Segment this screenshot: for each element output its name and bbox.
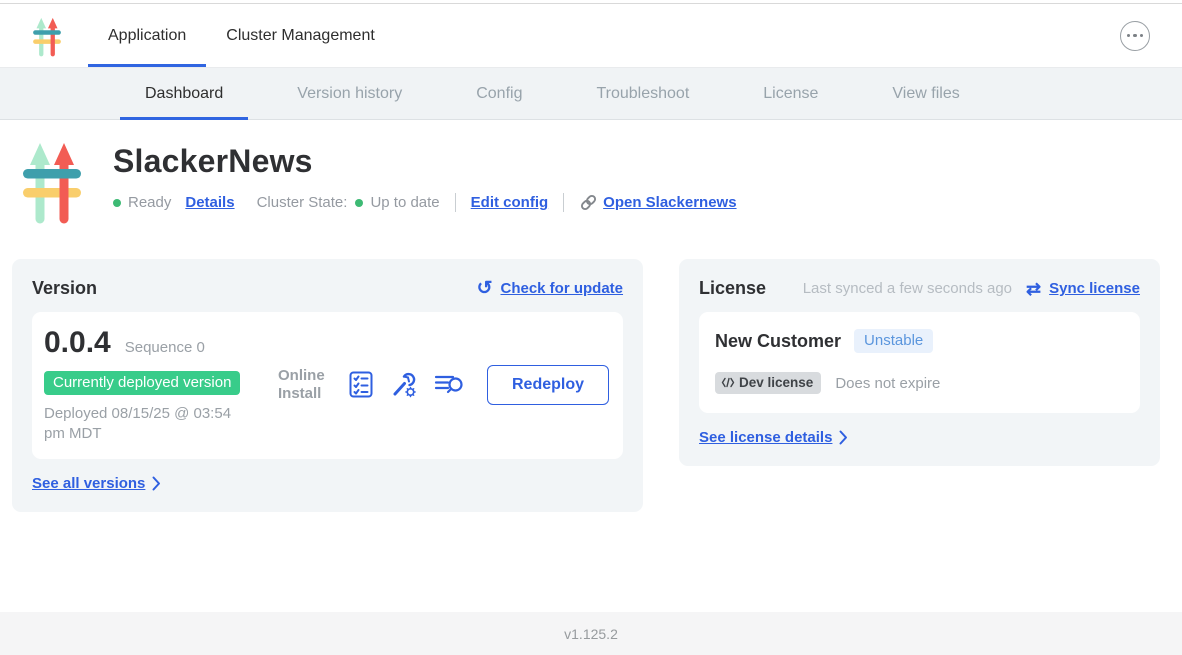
refresh-icon: ↺ [477, 279, 493, 298]
current-version-panel: 0.0.4 Sequence 0 Currently deployed vers… [32, 312, 623, 459]
tab-cluster-management[interactable]: Cluster Management [206, 4, 395, 67]
divider [455, 193, 456, 212]
page-title: SlackerNews [113, 143, 737, 180]
top-nav-tabs: Application Cluster Management [88, 4, 395, 67]
app-info: SlackerNews Ready Details Cluster State:… [113, 135, 737, 227]
channel-badge: Unstable [854, 329, 933, 353]
tab-version-history-label: Version history [297, 85, 402, 103]
tab-view-files[interactable]: View files [855, 68, 996, 119]
version-card-header: Version ↺ Check for update [32, 278, 623, 299]
license-card-title: License [699, 278, 766, 299]
more-menu-icon[interactable] [1120, 21, 1150, 51]
main-content: SlackerNews Ready Details Cluster State:… [0, 121, 1182, 612]
tab-troubleshoot[interactable]: Troubleshoot [559, 68, 726, 119]
open-app-link[interactable]: Open Slackernews [579, 193, 736, 212]
app-status-text: Ready [128, 194, 171, 211]
console-version: v1.125.2 [564, 626, 618, 642]
dashboard-cards: Version ↺ Check for update 0.0.4 Sequenc… [12, 259, 1160, 512]
version-card-title: Version [32, 278, 97, 299]
license-panel: New Customer Unstable Dev license [699, 312, 1140, 413]
app-status-dot [113, 199, 121, 207]
app-status-row: Ready Details Cluster State: Up to date … [113, 193, 737, 212]
tab-config[interactable]: Config [439, 68, 559, 119]
footer: v1.125.2 [0, 612, 1182, 655]
redeploy-button[interactable]: Redeploy [487, 365, 609, 405]
app-logo-icon [18, 135, 86, 227]
config-wrench-icon[interactable] [390, 371, 417, 398]
cluster-state-label: Cluster State: [257, 194, 348, 211]
install-type-label: Online Install [278, 367, 332, 403]
license-type-tag: Dev license [715, 372, 821, 394]
cluster-state-text: Up to date [370, 194, 439, 211]
details-link[interactable]: Details [185, 194, 234, 211]
tab-troubleshoot-label: Troubleshoot [596, 85, 689, 103]
tab-application-label: Application [108, 27, 186, 45]
tab-version-history[interactable]: Version history [260, 68, 439, 119]
tab-dashboard-label: Dashboard [145, 85, 223, 103]
license-card: License Last synced a few seconds ago ⇄ … [679, 259, 1160, 466]
page: Application Cluster Management Dashboard… [0, 0, 1182, 655]
version-sequence: Sequence 0 [125, 339, 205, 356]
version-details: 0.0.4 Sequence 0 Currently deployed vers… [44, 326, 270, 443]
top-nav: Application Cluster Management [0, 4, 1182, 68]
see-license-details-link[interactable]: See license details [699, 429, 1140, 446]
check-update-link: Check for update [500, 280, 623, 297]
preflight-checks-icon[interactable] [349, 371, 373, 398]
slackernews-logo-icon [30, 14, 64, 58]
code-icon [721, 377, 735, 388]
sync-license-link[interactable]: Sync license [1049, 280, 1140, 297]
edit-config-link[interactable]: Edit config [471, 194, 549, 211]
last-synced-text: Last synced a few seconds ago [803, 280, 1012, 297]
license-card-header: License Last synced a few seconds ago ⇄ … [699, 278, 1140, 299]
customer-name: New Customer [715, 331, 841, 352]
license-type-label: Dev license [739, 375, 813, 390]
chevron-right-icon [152, 476, 161, 491]
see-all-versions-label: See all versions [32, 475, 145, 492]
tab-config-label: Config [476, 85, 522, 103]
see-license-details-label: See license details [699, 429, 832, 446]
app-header: SlackerNews Ready Details Cluster State:… [0, 121, 1182, 227]
tab-dashboard[interactable]: Dashboard [108, 68, 260, 119]
deployed-timestamp: Deployed 08/15/25 @ 03:54 pm MDT [44, 404, 249, 443]
version-actions: Online Install [278, 365, 609, 405]
brand-logo [30, 14, 66, 58]
version-card: Version ↺ Check for update 0.0.4 Sequenc… [12, 259, 643, 512]
tab-application[interactable]: Application [88, 4, 206, 67]
open-app-label: Open Slackernews [603, 194, 736, 211]
see-all-versions-link[interactable]: See all versions [32, 475, 623, 492]
license-expiry: Does not expire [835, 375, 940, 392]
deployed-badge: Currently deployed version [44, 371, 240, 395]
chain-link-icon [579, 193, 598, 212]
view-logs-icon[interactable] [434, 372, 465, 397]
tab-license[interactable]: License [726, 68, 855, 119]
cluster-state-dot [355, 199, 363, 207]
tab-license-label: License [763, 85, 818, 103]
tab-view-files-label: View files [892, 85, 959, 103]
app-sub-nav: Dashboard Version history Config Trouble… [0, 68, 1182, 120]
sync-icon: ⇄ [1026, 280, 1041, 298]
divider [563, 193, 564, 212]
chevron-right-icon [839, 430, 848, 445]
check-update-action[interactable]: ↺ Check for update [477, 279, 623, 298]
version-number: 0.0.4 [44, 326, 111, 360]
tab-cluster-management-label: Cluster Management [226, 27, 375, 45]
